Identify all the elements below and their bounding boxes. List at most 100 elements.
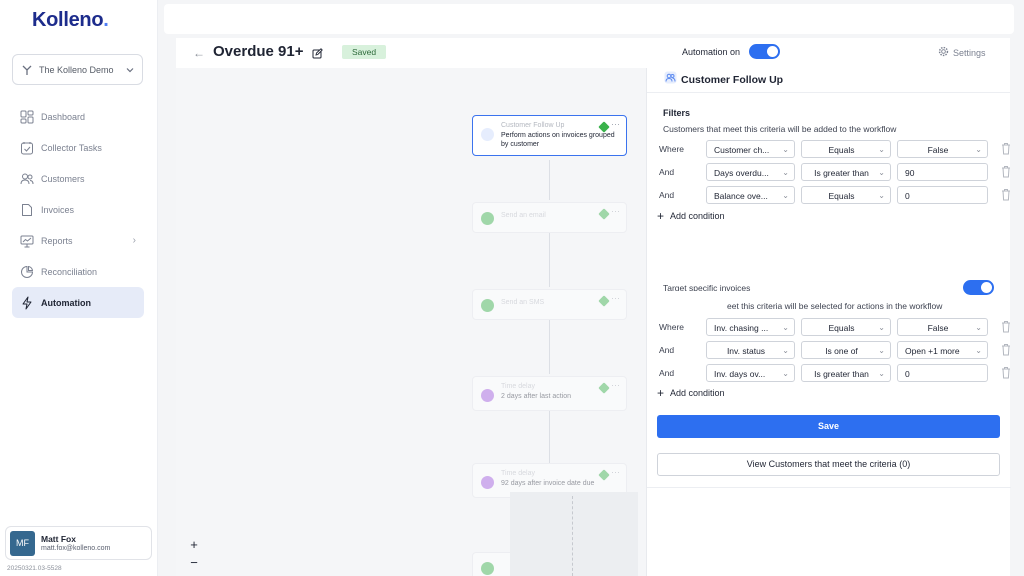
- trash-icon[interactable]: [1001, 188, 1011, 201]
- condition-prefix: And: [659, 345, 675, 355]
- field-select[interactable]: Balance ove... ⌄: [706, 186, 795, 204]
- customers-icon: [481, 128, 494, 141]
- divider: [647, 487, 1011, 488]
- more-icon[interactable]: ···: [611, 380, 620, 390]
- more-icon[interactable]: ···: [611, 206, 620, 216]
- workflow-node-send-email[interactable]: Send an email ···: [472, 202, 627, 233]
- chevron-down-icon: ⌄: [878, 323, 885, 332]
- app-version: 20250321.03-5528: [7, 565, 62, 572]
- sidebar-item-reports[interactable]: Reports ›: [12, 225, 144, 256]
- operator-select[interactable]: Is greater than ⌄: [801, 364, 891, 382]
- value-input[interactable]: 90: [897, 163, 988, 181]
- user-email: matt.fox@kolleno.com: [41, 545, 111, 552]
- filters-description: Customers that meet this criteria will b…: [663, 124, 897, 134]
- field-select[interactable]: Inv. days ov... ⌄: [706, 364, 795, 382]
- trash-icon[interactable]: [1001, 320, 1011, 333]
- node-subtitle: 2 days after last action: [501, 393, 572, 400]
- add-condition-label: Add condition: [670, 211, 725, 221]
- field-select-value: Inv. status: [726, 346, 766, 356]
- chevron-down-icon: ⌄: [782, 369, 789, 378]
- value-input[interactable]: 0: [897, 186, 988, 204]
- more-icon[interactable]: ···: [611, 293, 620, 303]
- node-settings-panel: Customer Follow Up Filters Customers tha…: [646, 68, 1011, 576]
- add-condition-button[interactable]: + Add condition: [657, 387, 725, 399]
- field-select[interactable]: Inv. status ⌄: [706, 341, 795, 359]
- trash-icon[interactable]: [1001, 366, 1011, 379]
- operator-select[interactable]: Is one of ⌄: [801, 341, 891, 359]
- panel-mask: [647, 291, 727, 310]
- chevron-down-icon: ⌄: [975, 145, 982, 154]
- trash-icon[interactable]: [1001, 343, 1011, 356]
- field-select[interactable]: Customer ch... ⌄: [706, 140, 795, 158]
- field-select[interactable]: Inv. chasing ... ⌄: [706, 318, 795, 336]
- chevron-down-icon: ⌄: [975, 346, 982, 355]
- kolleno-logo[interactable]: Kolleno.: [32, 9, 109, 32]
- organization-select[interactable]: The Kolleno Demo: [12, 54, 143, 85]
- more-icon[interactable]: ···: [611, 119, 620, 129]
- sidebar-item-label: Collector Tasks: [41, 142, 102, 153]
- trash-icon[interactable]: [1001, 142, 1011, 155]
- field-select-value: Inv. days ov...: [714, 369, 766, 379]
- sidebar-item-automation[interactable]: Automation: [12, 287, 144, 318]
- sidebar-item-label: Dashboard: [41, 111, 86, 122]
- connector-line: [549, 233, 550, 287]
- settings-button[interactable]: Settings: [938, 46, 986, 59]
- operator-select[interactable]: Equals ⌄: [801, 140, 891, 158]
- field-select[interactable]: Days overdu... ⌄: [706, 163, 795, 181]
- workflow-node-send-sms[interactable]: Send an SMS ···: [472, 289, 627, 320]
- tasks-icon: [20, 141, 34, 155]
- reconciliation-icon: [20, 265, 34, 279]
- value-input[interactable]: 0: [897, 364, 988, 382]
- zoom-in-button[interactable]: +: [184, 536, 204, 554]
- automation-toggle-label: Automation on: [682, 47, 741, 57]
- sidebar-item-customers[interactable]: Customers: [12, 163, 144, 194]
- back-arrow-icon[interactable]: ←: [193, 46, 205, 60]
- value-select[interactable]: False ⌄: [897, 318, 988, 336]
- value-select[interactable]: False ⌄: [897, 140, 988, 158]
- sidebar-item-label: Reconciliation: [41, 266, 98, 277]
- operator-select-value: Is greater than: [814, 168, 869, 178]
- chevron-down-icon: ⌄: [878, 346, 885, 355]
- more-icon[interactable]: ···: [611, 467, 620, 477]
- clock-icon: [481, 389, 494, 402]
- customers-icon: [664, 71, 681, 89]
- field-select-value: Days overdu...: [714, 168, 769, 178]
- connector-line: [549, 411, 550, 463]
- operator-select[interactable]: Equals ⌄: [801, 318, 891, 336]
- sidebar-item-dashboard[interactable]: Dashboard: [12, 101, 144, 132]
- operator-select[interactable]: Equals ⌄: [801, 186, 891, 204]
- add-condition-button[interactable]: + Add condition: [657, 210, 725, 222]
- zoom-out-button[interactable]: −: [184, 554, 204, 572]
- workflow-canvas[interactable]: Customer Follow Up Perform actions on in…: [176, 68, 646, 576]
- field-select-value: Customer ch...: [714, 145, 770, 155]
- sidebar-item-label: Customers: [41, 173, 85, 184]
- operator-select-value: Equals: [828, 191, 855, 201]
- branch-icon: [21, 64, 33, 76]
- trash-icon[interactable]: [1001, 165, 1011, 178]
- sidebar-item-label: Automation: [41, 297, 91, 308]
- sms-icon: [481, 562, 494, 575]
- node-subtitle: Perform actions on invoices grouped by c…: [501, 132, 615, 148]
- edit-icon[interactable]: [312, 46, 323, 59]
- operator-select[interactable]: Is greater than ⌄: [801, 163, 891, 181]
- target-invoices-toggle[interactable]: [963, 280, 994, 295]
- canvas-overlay-strip: [572, 496, 580, 576]
- automation-toggle[interactable]: [749, 44, 780, 59]
- invoice-filter-row: And Inv. status ⌄ Is one of ⌄ Open +1 more…: [659, 341, 1015, 359]
- chevron-down-icon: ⌄: [878, 191, 885, 200]
- sidebar-item-collector-tasks[interactable]: Collector Tasks: [12, 132, 144, 163]
- user-profile-card[interactable]: MF Matt Fox matt.fox@kolleno.com: [5, 526, 152, 560]
- workflow-node-time-delay[interactable]: Time delay 2 days after last action ···: [472, 376, 627, 411]
- value-select[interactable]: Open +1 more ⌄: [897, 341, 988, 359]
- workflow-node-customer-follow-up[interactable]: Customer Follow Up Perform actions on in…: [472, 115, 627, 156]
- save-button[interactable]: Save: [657, 415, 1000, 438]
- view-customers-button[interactable]: View Customers that meet the criteria (0…: [657, 453, 1000, 476]
- sidebar-item-reconciliation[interactable]: Reconciliation: [12, 256, 144, 287]
- sidebar-nav: Dashboard Collector Tasks Customers Invo…: [12, 101, 144, 318]
- connector-line: [549, 160, 550, 200]
- invoice-filter-row: Where Inv. chasing ... ⌄ Equals ⌄ False ⌄: [659, 318, 1015, 336]
- sidebar-item-invoices[interactable]: Invoices: [12, 194, 144, 225]
- chevron-down-icon: ⌄: [782, 168, 789, 177]
- settings-label: Settings: [953, 47, 986, 58]
- customers-icon: [20, 172, 34, 186]
